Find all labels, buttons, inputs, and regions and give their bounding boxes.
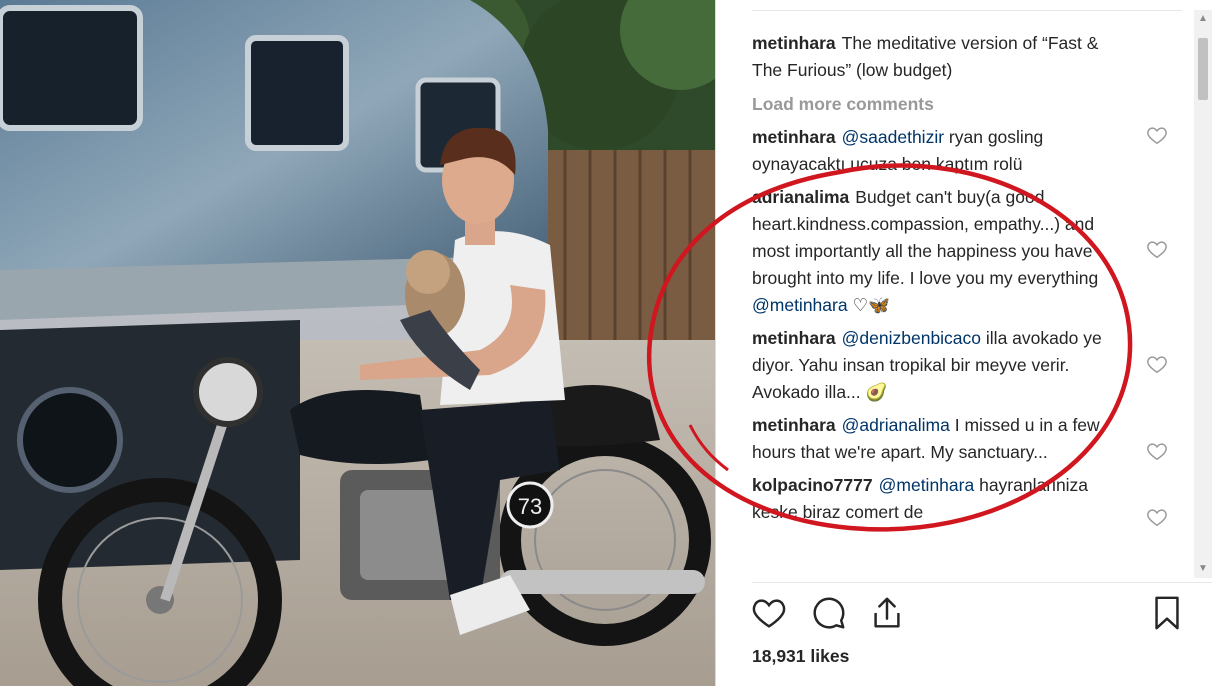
post-photo: 73	[0, 0, 715, 686]
comment-item: metinhara @denizbenbicaco illa avokado ye…	[752, 325, 1170, 406]
caption: metinhara The meditative version of “Fast…	[752, 30, 1170, 84]
comment-mention[interactable]: @metinhara	[879, 475, 975, 495]
comment-item: metinhara @saadethizir ryan gosling oynay…	[752, 124, 1170, 178]
comment-username[interactable]: metinhara	[752, 328, 836, 348]
comments-panel: metinhara The meditative version of “Fast…	[716, 0, 1220, 686]
heart-icon[interactable]	[1146, 506, 1168, 528]
comment-mention[interactable]: @metinhara	[752, 295, 848, 315]
scroll-up-arrow-icon[interactable]: ▲	[1194, 10, 1212, 28]
comment-emoji: 🥑	[865, 382, 888, 402]
share-icon[interactable]	[868, 594, 906, 632]
heart-icon[interactable]	[1146, 440, 1168, 462]
heart-icon[interactable]	[1146, 238, 1168, 260]
bookmark-icon[interactable]	[1148, 594, 1186, 632]
heart-icon[interactable]	[1146, 353, 1168, 375]
scroll-thumb[interactable]	[1198, 38, 1208, 100]
number-plate: 73	[518, 494, 542, 519]
comment-item: metinhara @adrianalima I missed u in a fe…	[752, 412, 1170, 466]
comment-username[interactable]: adrianalima	[752, 187, 849, 207]
actions-separator	[752, 582, 1212, 583]
comment-emoji: ♡🦋	[852, 295, 890, 315]
comment-icon[interactable]	[810, 594, 848, 632]
top-separator	[752, 10, 1182, 11]
comment-mention[interactable]: @saadethizir	[842, 127, 944, 147]
comment-mention[interactable]: @denizbenbicaco	[842, 328, 981, 348]
comment-username[interactable]: kolpacino7777	[752, 475, 873, 495]
scroll-down-arrow-icon[interactable]: ▼	[1194, 560, 1212, 578]
comment-item: kolpacino7777 @metinhara hayranlariniza k…	[752, 472, 1170, 528]
heart-icon[interactable]	[750, 594, 788, 632]
photo-illustration: 73	[0, 0, 715, 686]
heart-icon[interactable]	[1146, 124, 1168, 146]
comment-scrollbar[interactable]: ▲ ▼	[1194, 10, 1212, 578]
likes-count[interactable]: 18,931 likes	[752, 646, 849, 667]
comment-list[interactable]: metinhara The meditative version of “Fast…	[752, 30, 1170, 578]
comment-username[interactable]: metinhara	[752, 127, 836, 147]
comment-mention[interactable]: @adrianalima	[842, 415, 950, 435]
comment-item: adrianalima Budget can't buy(a good heart…	[752, 184, 1170, 319]
comment-username[interactable]: metinhara	[752, 415, 836, 435]
load-more-comments-button[interactable]: Load more comments	[752, 91, 1170, 118]
caption-username[interactable]: metinhara	[752, 33, 836, 53]
